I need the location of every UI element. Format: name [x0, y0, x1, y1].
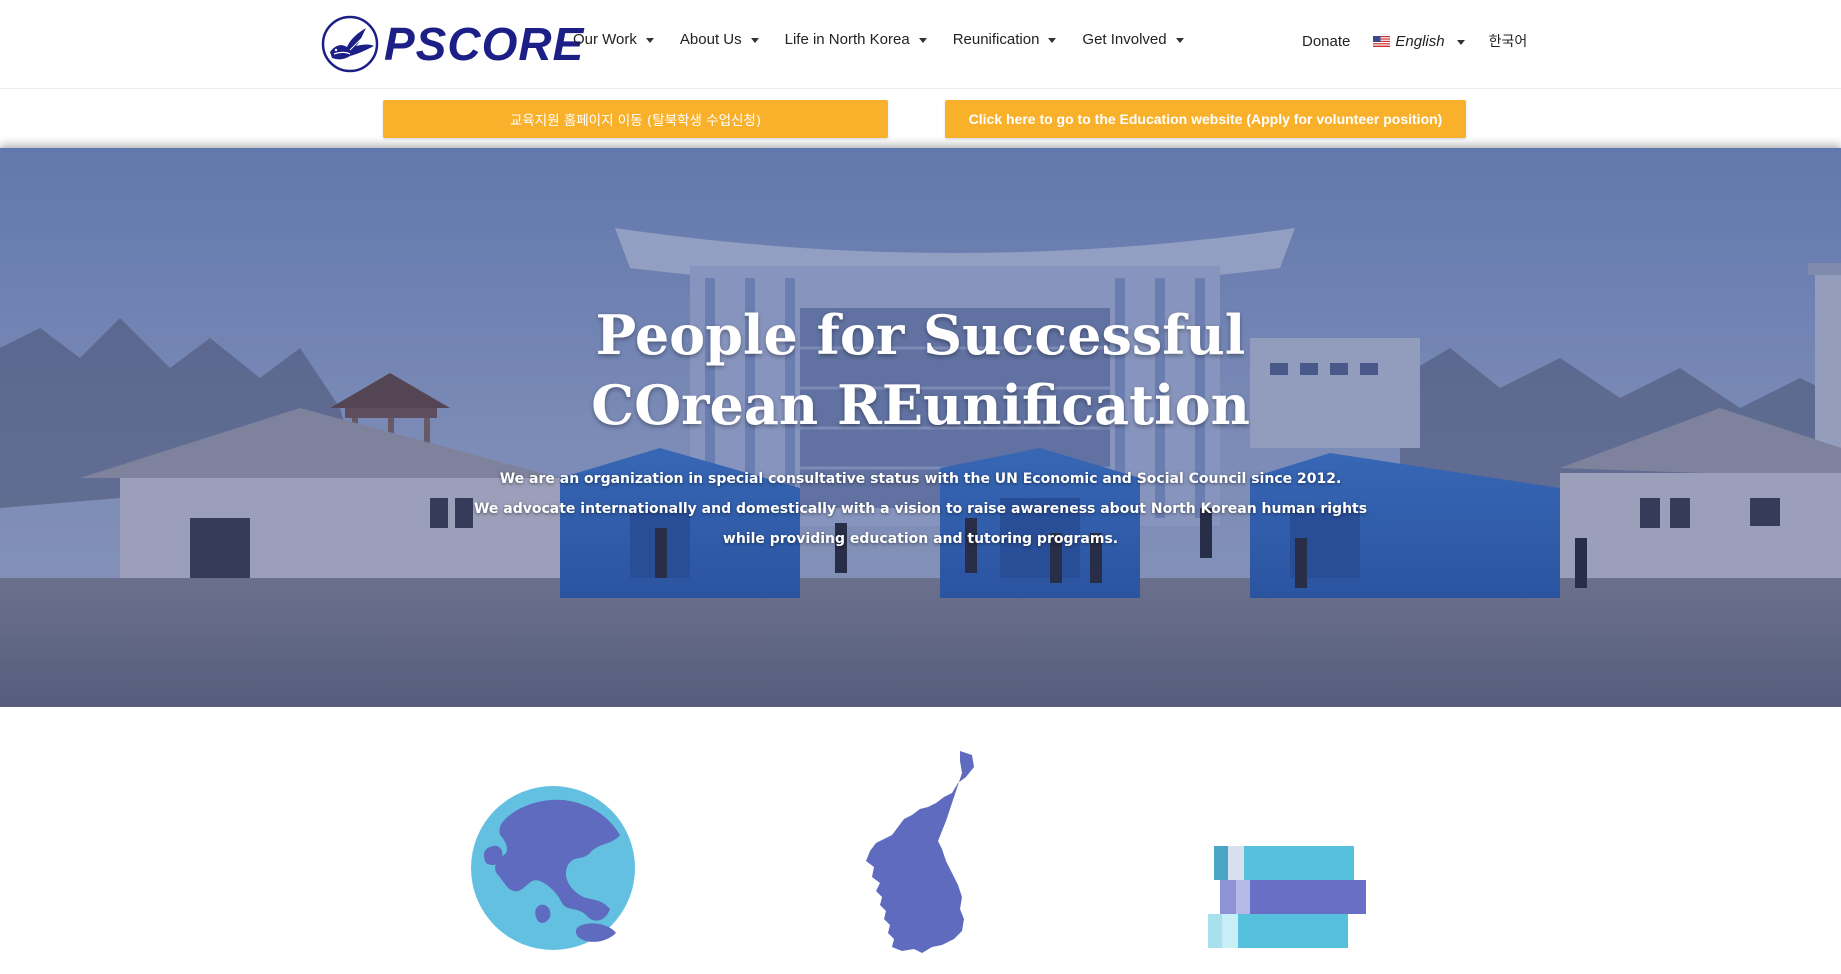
chevron-down-icon: [918, 38, 927, 43]
nav-life-in-north-korea[interactable]: Life in North Korea: [785, 31, 927, 48]
hero-title: People for Successful COrean REunificati…: [0, 300, 1841, 440]
books-icon[interactable]: [1206, 842, 1368, 952]
education-banner-row: 교육지원 홈페이지 이동 (탈북학생 수업신청) Click here to g…: [0, 89, 1841, 148]
hero-title-line: People for Successful: [595, 303, 1246, 367]
nav-reunification[interactable]: Reunification: [953, 31, 1057, 48]
hero-subtitle: We are an organization in special consul…: [0, 464, 1841, 554]
language-selector[interactable]: English: [1373, 32, 1465, 50]
nav-label: Reunification: [952, 31, 1040, 48]
hero-subtitle-line: while providing education and tutoring p…: [722, 531, 1119, 547]
chevron-down-icon: [1456, 39, 1465, 45]
main-nav: Our Work About Us Life in North Korea Re…: [573, 31, 1210, 48]
nav-our-work[interactable]: Our Work: [573, 31, 654, 48]
donate-link[interactable]: Donate: [1302, 33, 1350, 50]
hero-subtitle-line: We advocate internationally and domestic…: [473, 501, 1368, 517]
chevron-down-icon: [1048, 38, 1057, 43]
nav-label: Get Involved: [1082, 31, 1167, 48]
chevron-down-icon: [645, 38, 654, 43]
nav-get-involved[interactable]: Get Involved: [1082, 31, 1184, 48]
language-label: English: [1395, 32, 1445, 50]
nav-about-us[interactable]: About Us: [680, 31, 759, 48]
chevron-down-icon: [750, 38, 759, 43]
korean-education-button[interactable]: 교육지원 홈페이지 이동 (탈북학생 수업신청): [383, 100, 888, 138]
hero-title-line: COrean REunification: [591, 373, 1250, 437]
pscore-logo[interactable]: PSCORE: [320, 14, 584, 74]
us-flag-icon: [1373, 35, 1391, 47]
nav-label: About Us: [679, 31, 742, 48]
nav-label: Our Work: [573, 31, 637, 48]
globe-icon[interactable]: [470, 785, 636, 951]
hero-subtitle-line: We are an organization in special consul…: [499, 471, 1342, 487]
feature-icons-row: [0, 707, 1841, 974]
korean-language-link[interactable]: 한국어: [1489, 31, 1528, 51]
utility-nav: Donate English 한국어: [1302, 31, 1527, 51]
education-website-button[interactable]: Click here to go to the Education websit…: [945, 100, 1466, 138]
chevron-down-icon: [1175, 38, 1184, 43]
nav-label: Life in North Korea: [784, 31, 910, 48]
logo-wordmark: PSCORE: [384, 18, 585, 70]
korea-map-icon[interactable]: [862, 749, 978, 955]
site-header: PSCORE Our Work About Us Life in North K…: [0, 0, 1841, 89]
dove-logo-icon: [321, 15, 379, 73]
hero-section: People for Successful COrean REunificati…: [0, 148, 1841, 707]
